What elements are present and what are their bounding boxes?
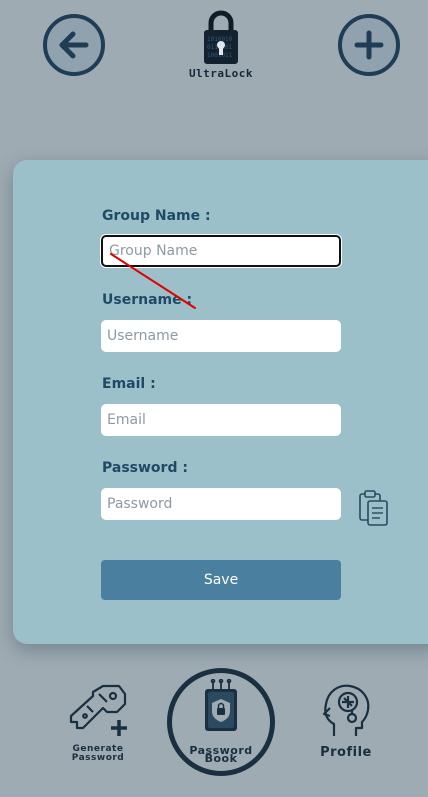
password-label: Password :	[102, 460, 188, 476]
nav-generate-password[interactable]: Generate Password	[56, 682, 140, 763]
plus-icon	[354, 30, 384, 60]
nav-generate-label-2: Password	[71, 753, 125, 763]
group-name-label: Group Name :	[102, 208, 211, 224]
password-input[interactable]	[101, 488, 341, 520]
username-input[interactable]	[101, 320, 341, 352]
app-logo-text: UltraLock	[188, 67, 254, 80]
back-button[interactable]	[43, 14, 105, 76]
nav-password-book[interactable]: Password Book	[167, 668, 275, 776]
username-label: Username :	[102, 292, 193, 308]
arrow-left-icon	[59, 31, 89, 59]
save-button[interactable]: Save	[101, 560, 341, 600]
app-logo: 1010010 0110101 1001011 UltraLock	[180, 8, 262, 84]
nav-profile[interactable]: Profile	[306, 680, 386, 760]
group-name-input[interactable]	[101, 235, 341, 267]
key-circuit-icon	[69, 684, 127, 736]
add-button[interactable]	[338, 14, 400, 76]
nav-book-label-2: Book	[204, 752, 238, 765]
email-label: Email :	[102, 376, 156, 392]
clipboard-icon[interactable]	[358, 490, 390, 526]
book-lock-icon	[205, 678, 237, 731]
email-input[interactable]	[101, 404, 341, 436]
nav-profile-label: Profile	[320, 745, 372, 760]
padlock-icon: 1010010 0110101 1001011	[204, 10, 238, 64]
entry-form-card: Group Name : Username : Email : Password…	[13, 160, 428, 644]
profile-brain-icon	[322, 684, 370, 736]
